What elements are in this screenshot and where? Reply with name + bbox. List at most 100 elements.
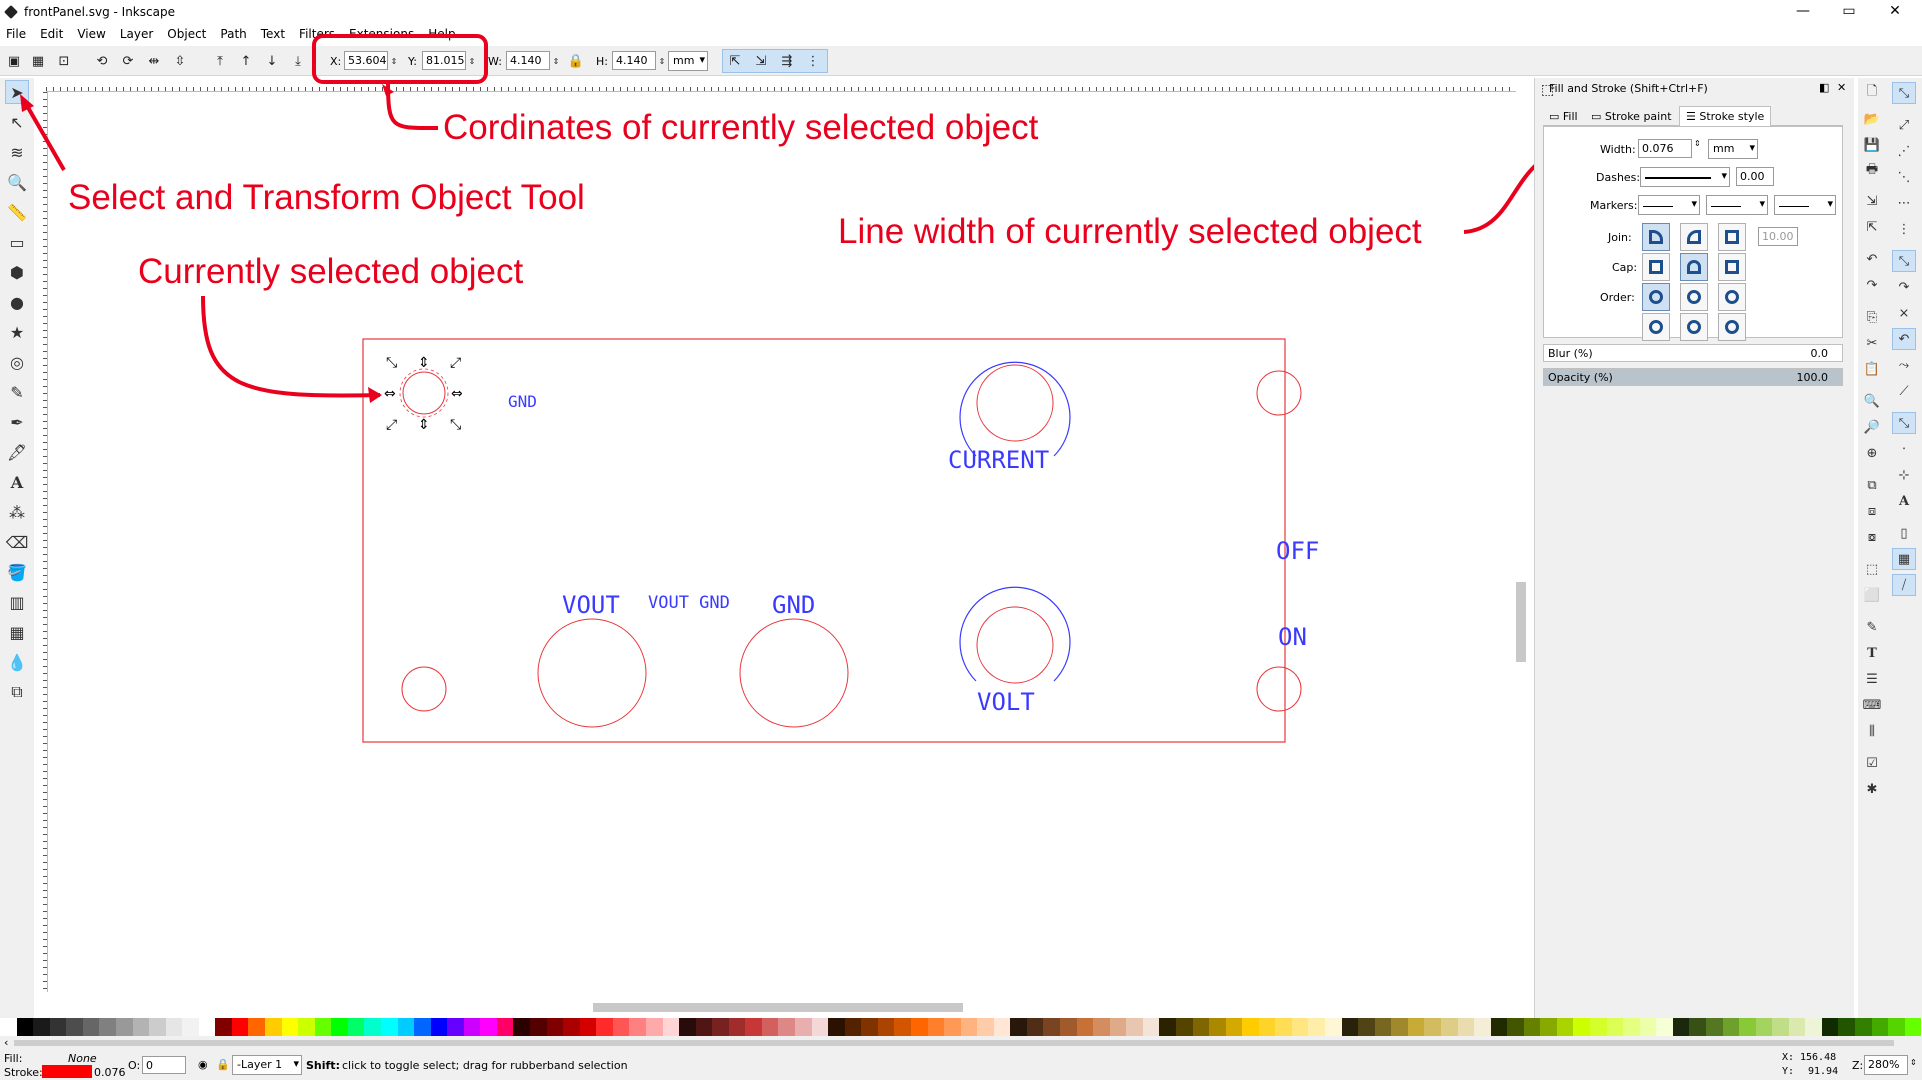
snap-others-icon[interactable]: ⤡ [1892,412,1916,434]
w-input[interactable]: 4.140 [506,51,550,70]
panel-iconify-button[interactable]: ◧ [1819,81,1829,94]
text-font-icon[interactable]: T [1860,642,1884,664]
palette-swatch[interactable] [1341,1018,1359,1036]
palette-swatch[interactable] [1507,1018,1524,1036]
node-tool-icon[interactable]: ↖ [5,110,29,134]
snap-grids-icon[interactable]: ▦ [1892,548,1916,570]
opacity-slider[interactable]: Opacity (%) 100.0 [1543,368,1843,386]
measure-tool-icon[interactable]: 📏 [5,200,29,224]
palette-swatch[interactable] [1523,1018,1541,1036]
snap-centers-icon[interactable]: ⋅ [1892,438,1916,460]
palette-swatch[interactable] [496,1018,514,1036]
palette-swatch[interactable] [182,1018,199,1036]
palette-swatch[interactable] [380,1018,398,1036]
menu-view[interactable]: View [77,27,105,41]
layers-icon[interactable]: ☰ [1860,668,1884,690]
palette-swatch[interactable] [877,1018,895,1036]
stroke-color-swatch[interactable] [42,1065,92,1078]
move-gradients-icon[interactable]: ⇶ [777,51,797,71]
cap-butt-button[interactable] [1642,253,1670,281]
start-marker-select[interactable] [1638,195,1700,215]
x-stepper-icon[interactable]: ⇕ [388,51,400,71]
tab-stroke-style[interactable]: ☰ Stroke style [1679,106,1772,126]
palette-swatch[interactable] [248,1018,265,1036]
volt-knob-hole[interactable] [976,606,1054,684]
calligraphy-tool-icon[interactable]: 🖋 [5,440,29,464]
palette-swatch[interactable] [1126,1018,1143,1036]
palette-swatch[interactable] [314,1018,332,1036]
palette-swatch[interactable] [16,1018,34,1036]
undo-icon[interactable]: ↶ [1860,248,1884,270]
palette-swatch[interactable] [265,1018,282,1036]
pen-tool-icon[interactable]: ✒ [5,410,29,434]
palette-swatch[interactable] [430,1018,448,1036]
palette-swatch[interactable] [1590,1018,1607,1036]
palette-swatch[interactable] [298,1018,315,1036]
h-stepper-icon[interactable]: ⇕ [656,51,668,71]
palette-swatch[interactable] [1010,1018,1027,1036]
open-document-icon[interactable]: 📂 [1860,108,1884,130]
volt-label[interactable]: VOLT [977,688,1035,716]
palette-swatch[interactable] [563,1018,580,1036]
fill-stroke-icon[interactable]: ✎ [1860,616,1884,638]
palette-swatch[interactable] [728,1018,746,1036]
palette-swatch[interactable] [1904,1018,1922,1036]
text-tool-icon[interactable]: A [5,470,29,494]
palette-swatch[interactable] [1159,1018,1176,1036]
tab-stroke-paint[interactable]: ▭ Stroke paint [1591,110,1672,123]
palette-swatch[interactable] [1606,1018,1624,1036]
unlink-clone-icon[interactable]: ⧇ [1860,526,1884,548]
palette-swatch[interactable] [215,1018,232,1036]
align-distribute-icon[interactable]: ⫼ [1860,720,1884,742]
menu-path[interactable]: Path [220,27,246,41]
close-button[interactable]: ✕ [1872,0,1918,24]
palette-swatch[interactable] [1258,1018,1276,1036]
palette-swatch[interactable] [1225,1018,1243,1036]
x-input[interactable]: 53.604 [344,51,388,70]
tab-fill[interactable]: ▭ Fill [1549,110,1578,123]
palette-swatch[interactable] [1209,1018,1226,1036]
palette-swatch[interactable] [596,1018,613,1036]
menu-object[interactable]: Object [167,27,206,41]
snap-bbox-edges-icon[interactable]: ⋰ [1892,140,1916,162]
vout-jack-hole[interactable] [537,618,647,728]
palette-swatch[interactable] [546,1018,564,1036]
palette-swatch[interactable] [149,1018,166,1036]
palette-swatch[interactable] [1291,1018,1309,1036]
palette-swatch[interactable] [993,1018,1011,1036]
palette-swatch[interactable] [463,1018,481,1036]
palette-swatch[interactable] [447,1018,464,1036]
snap-enable-icon[interactable]: ⤡ [1892,82,1916,104]
palette-swatch[interactable] [414,1018,431,1036]
new-document-icon[interactable]: 🗋 [1860,82,1884,104]
palette-swatch[interactable] [612,1018,630,1036]
snap-paths-icon[interactable]: ↷ [1892,276,1916,298]
vertical-ruler[interactable] [36,92,48,992]
palette-swatch[interactable] [66,1018,83,1036]
palette-swatch[interactable] [1788,1018,1806,1036]
miter-limit-input[interactable]: 10.00 [1758,227,1798,246]
palette-swatch[interactable] [1060,1018,1077,1036]
copy-icon[interactable]: ⎘ [1860,306,1884,328]
menu-text[interactable]: Text [261,27,285,41]
lower-to-bottom-icon[interactable]: ⤓ [288,51,308,71]
zoom-tool-icon[interactable]: 🔍 [5,170,29,194]
palette-swatch[interactable] [49,1018,67,1036]
cap-round-button[interactable] [1680,253,1708,281]
menu-help[interactable]: Help [428,27,455,41]
palette-swatch[interactable] [1275,1018,1292,1036]
maximize-button[interactable]: ▭ [1826,0,1872,24]
join-miter-button[interactable] [1642,223,1670,251]
order-markers-fill-button[interactable] [1642,313,1670,341]
palette-swatch[interactable] [579,1018,597,1036]
palette-swatch[interactable] [679,1018,696,1036]
palette-swatch[interactable] [960,1018,978,1036]
palette-swatch[interactable] [977,1018,994,1036]
order-stroke-fill-button[interactable] [1680,283,1708,311]
palette-swatch[interactable] [1457,1018,1475,1036]
palette-swatch[interactable] [1821,1018,1839,1036]
palette-swatch[interactable] [0,1018,17,1036]
palette-swatch[interactable] [629,1018,646,1036]
ungroup-icon[interactable]: ⬜ [1860,584,1884,606]
horizontal-scrollbar[interactable] [48,999,1514,1015]
